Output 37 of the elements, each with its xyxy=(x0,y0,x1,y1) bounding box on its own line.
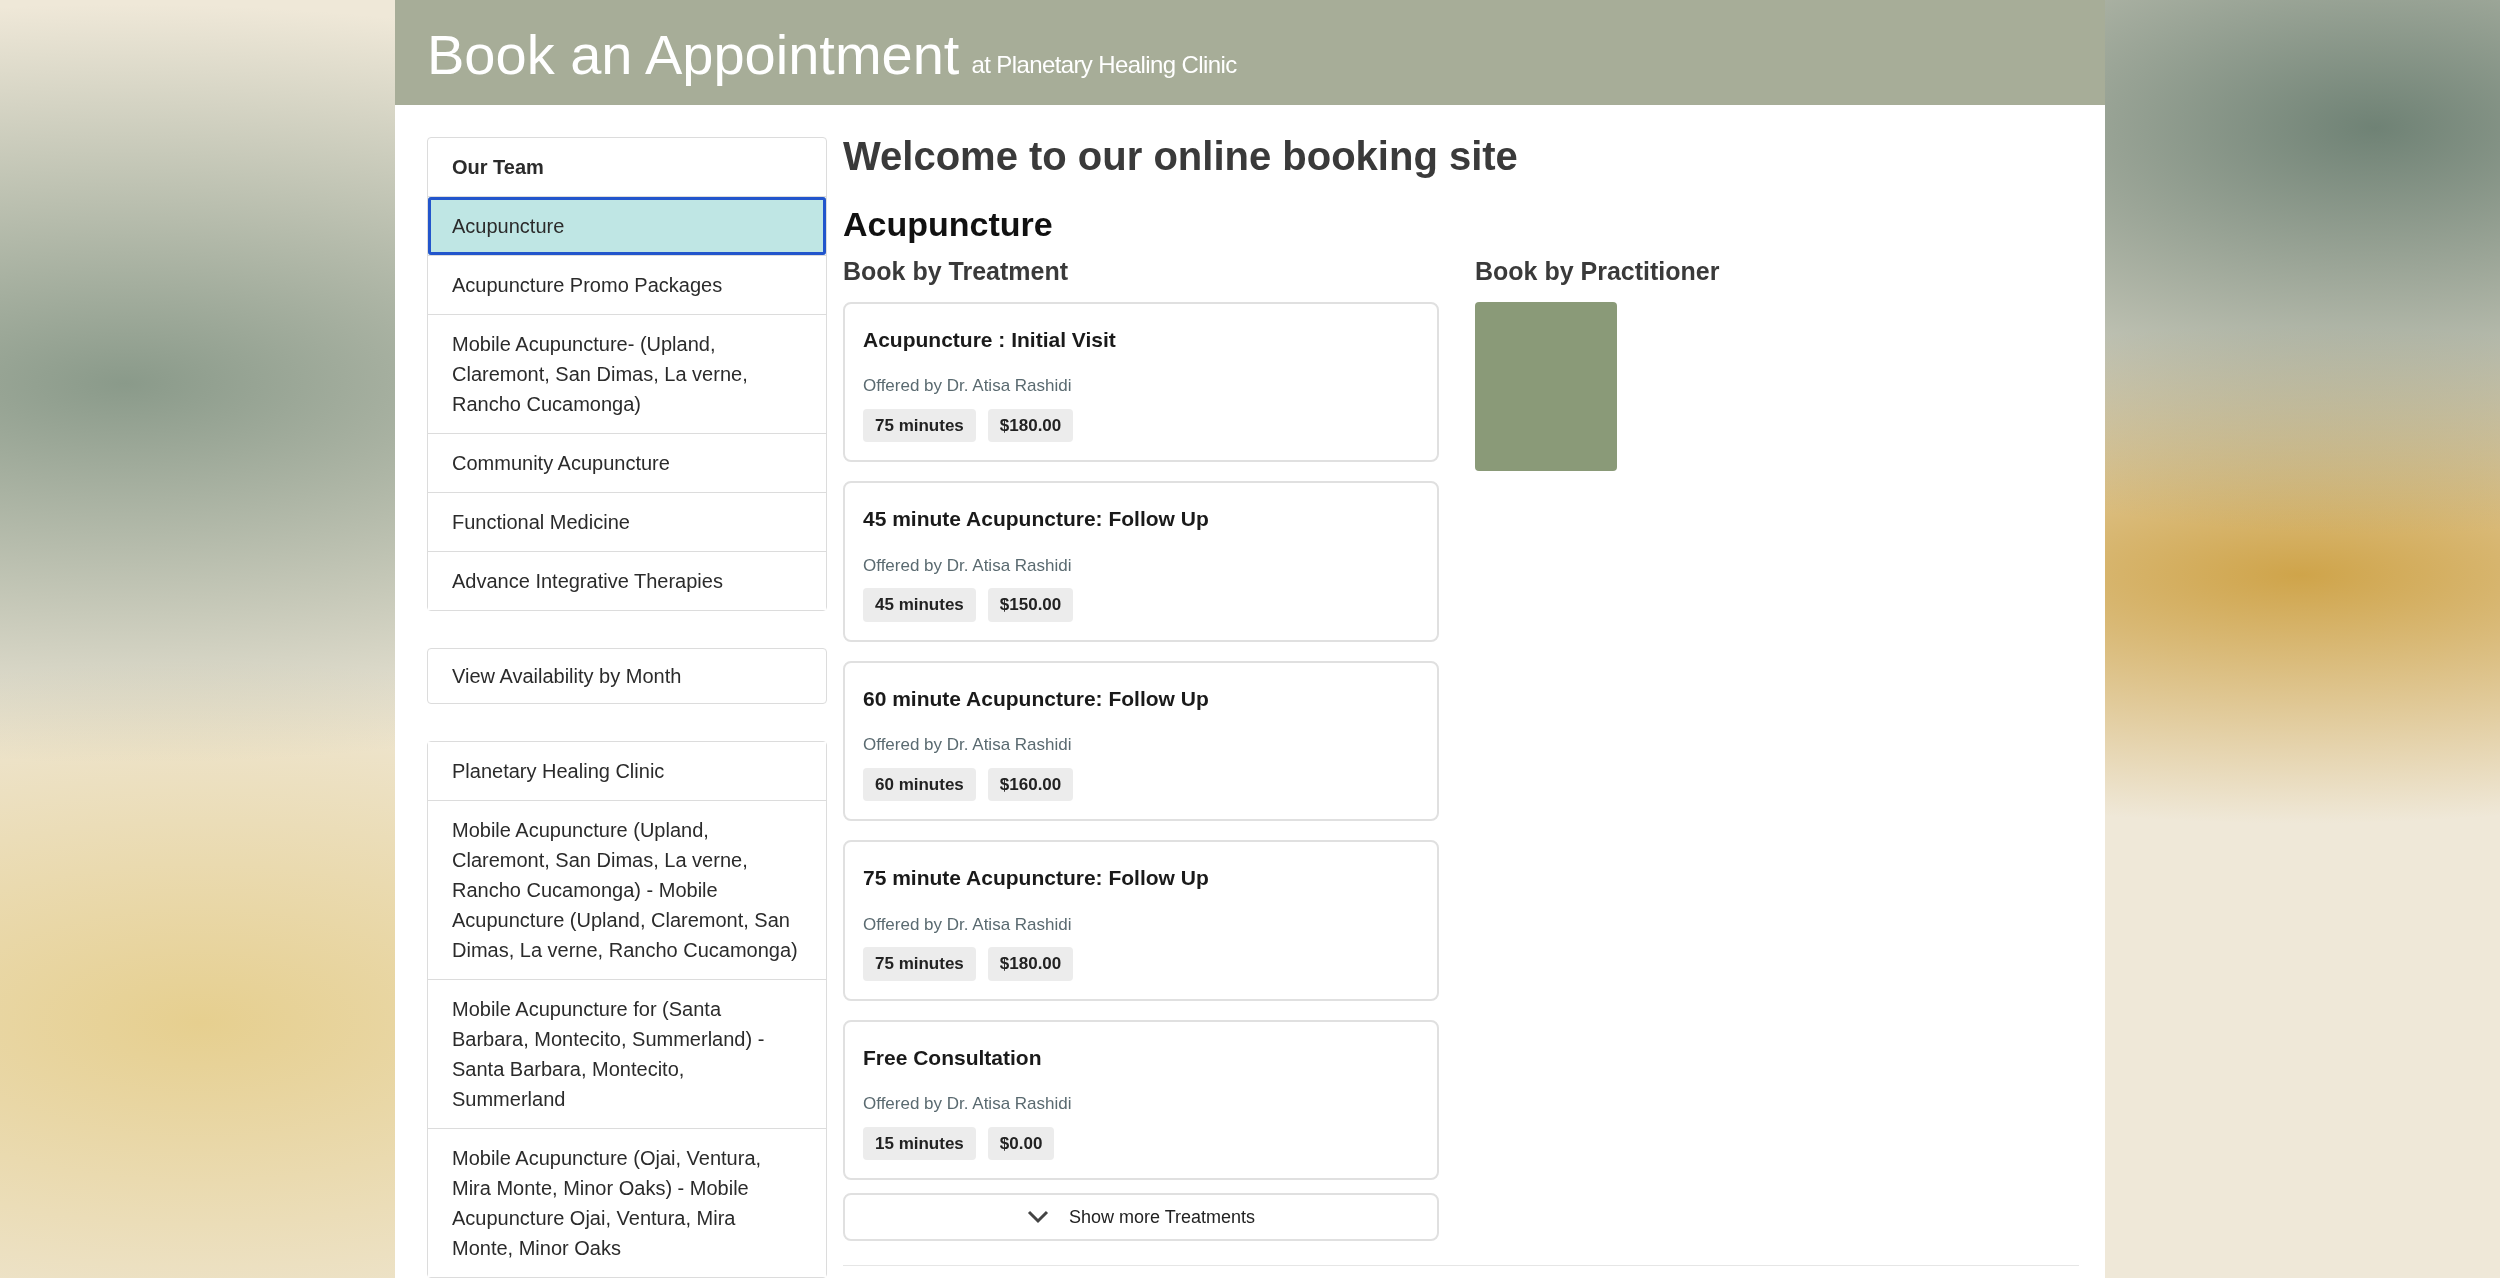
duration-tag: 45 minutes xyxy=(863,588,976,622)
treatment-name: Free Consultation xyxy=(863,1044,1043,1071)
sidebar-item[interactable]: Mobile Acupuncture (Ojai, Ventura, Mira Monte, Minor Oaks) - Mobile Acupuncture Ojai, Ventura, Mira Monte, Minor Oaks xyxy=(428,1128,826,1277)
treatment-name: 60 minute Acupuncture: Follow Up xyxy=(863,685,1210,712)
welcome-heading: Welcome to our online booking site xyxy=(843,133,1519,180)
practitioner-name: Offered by Dr. Atisa Rashidi xyxy=(863,734,1073,757)
availability-link[interactable]: View Availability by Month xyxy=(427,648,827,704)
duration-tag: 75 minutes xyxy=(863,947,976,981)
sidebar-item[interactable]: Acupuncture xyxy=(428,197,826,255)
photo-placeholder[interactable] xyxy=(1475,301,1617,471)
practitioner-name: Offered by Dr. Atisa Rashidi xyxy=(863,375,1073,398)
treatment-card[interactable]: 75 minute Acupuncture: Follow Up Offered by Dr. Atisa Rashidi 75 minutes $180.00 xyxy=(843,840,1439,1001)
duration-tag: 60 minutes xyxy=(863,767,976,802)
treatment-name: 75 minute Acupuncture: Follow Up xyxy=(863,865,1210,892)
menu-heading: Our Team xyxy=(451,155,545,180)
price-tag: $180.00 xyxy=(987,947,1074,981)
treatment-card[interactable]: Free Consultation Offered by Dr. Atisa Rashidi 15 minutes $0.00 xyxy=(843,1019,1439,1181)
section-heading: Book by Practitioner xyxy=(1475,255,1720,287)
section-heading: Book by Treatment xyxy=(843,255,1070,287)
price-tag: $150.00 xyxy=(987,588,1074,622)
price-tag: $180.00 xyxy=(987,408,1074,443)
chevron-down-icon xyxy=(1026,1210,1049,1225)
treatment-card[interactable]: 60 minute Acupuncture: Follow Up Offered by Dr. Atisa Rashidi 60 minutes $160.00 xyxy=(843,660,1439,822)
treatment-card[interactable]: Acupuncture : Initial Visit Offered by Dr. Atisa Rashidi 75 minutes $180.00 xyxy=(843,301,1439,463)
clinic-subtitle: at Planetary Healing Clinic xyxy=(971,53,1237,80)
practitioner-name: Offered by Dr. Atisa Rashidi xyxy=(863,554,1073,577)
practitioner-name: Offered by Dr. Atisa Rashidi xyxy=(863,1093,1073,1116)
treatment-name: Acupuncture : Initial Visit xyxy=(863,326,1117,353)
category-heading: Acupuncture xyxy=(843,204,1054,245)
duration-tag: 15 minutes xyxy=(863,1126,976,1161)
practitioner-name: Offered by Dr. Atisa Rashidi xyxy=(863,913,1073,936)
duration-tag: 75 minutes xyxy=(863,408,976,443)
price-tag: $0.00 xyxy=(987,1126,1055,1161)
show-more-button[interactable]: Show more Treatments xyxy=(843,1193,1439,1242)
treatment-card[interactable]: 45 minute Acupuncture: Follow Up Offered by Dr. Atisa Rashidi 45 minutes $150.00 xyxy=(843,481,1439,642)
treatment-name: 45 minute Acupuncture: Follow Up xyxy=(863,506,1210,533)
price-tag: $160.00 xyxy=(987,767,1074,802)
